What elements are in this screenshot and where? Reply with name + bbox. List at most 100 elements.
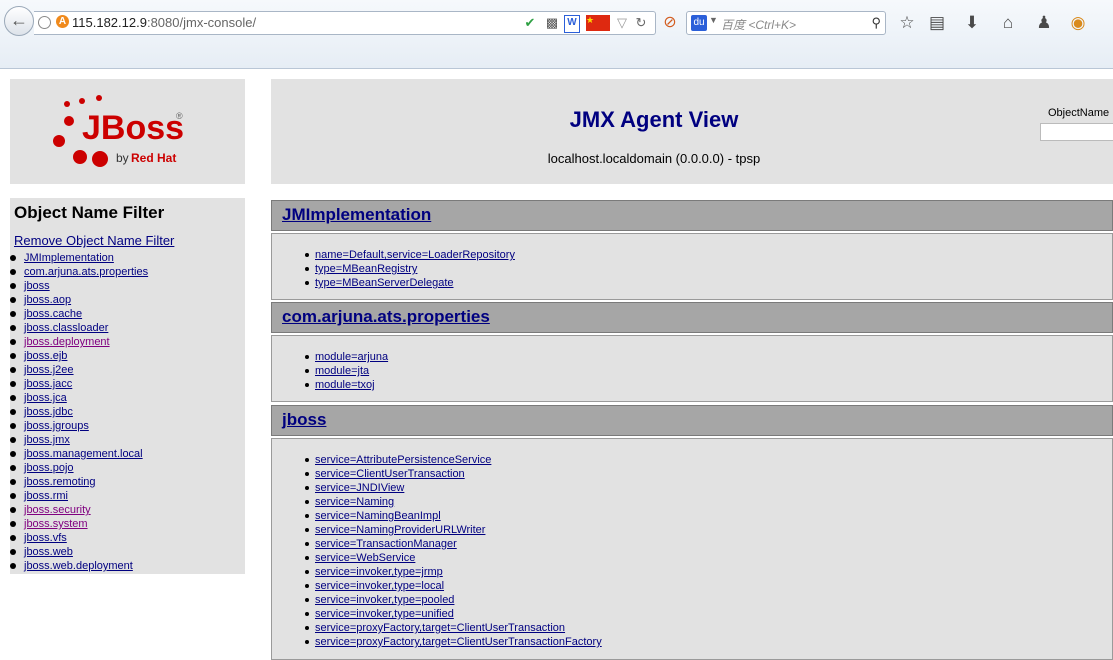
- filter-link[interactable]: jboss.jdbc: [24, 406, 73, 418]
- site-identity-icon[interactable]: A: [56, 15, 69, 28]
- home-icon[interactable]: ⌂: [998, 13, 1018, 33]
- filter-link[interactable]: jboss: [24, 280, 50, 292]
- search-engine-icon[interactable]: du: [691, 15, 707, 31]
- mbean-link[interactable]: module=arjuna: [315, 351, 388, 363]
- mbean-list: service=AttributePersistenceService servi…: [303, 453, 602, 649]
- logo-panel: JBoss ® by Red Hat: [10, 79, 245, 184]
- mbean-link[interactable]: service=invoker,type=unified: [315, 608, 454, 620]
- filter-item: jboss.remoting: [10, 475, 148, 489]
- mbean-item: service=ClientUserTransaction: [303, 467, 602, 481]
- mbean-link[interactable]: service=ClientUserTransaction: [315, 468, 465, 480]
- agent-view-panel: JMX Agent View localhost.localdomain (0.…: [271, 79, 1113, 184]
- word-icon[interactable]: W: [564, 15, 580, 33]
- mbean-link[interactable]: service=proxyFactory,target=ClientUserTr…: [315, 622, 565, 634]
- logo-registered: ®: [176, 111, 183, 121]
- mbean-item: module=jta: [303, 364, 388, 378]
- filter-link[interactable]: jboss.ejb: [24, 350, 67, 362]
- address-bar[interactable]: A 115.182.12.9:8080/jmx-console/ ✔ ▩ W ★…: [34, 11, 656, 35]
- mbean-link[interactable]: service=invoker,type=pooled: [315, 594, 454, 606]
- domain-mbean-list: service=AttributePersistenceService servi…: [271, 438, 1113, 660]
- mbean-item: module=txoj: [303, 378, 388, 392]
- domain-link[interactable]: com.arjuna.ats.properties: [282, 307, 490, 327]
- filter-link[interactable]: jboss.jca: [24, 392, 67, 404]
- bookmarks-list-icon[interactable]: ▤: [927, 13, 947, 33]
- mbean-link[interactable]: service=invoker,type=local: [315, 580, 444, 592]
- mbean-link[interactable]: type=MBeanRegistry: [315, 263, 417, 275]
- domain-header: jboss: [271, 405, 1113, 436]
- server-info: localhost.localdomain (0.0.0.0) - tpsp: [547, 151, 761, 166]
- object-name-filter-panel: Object Name Filter Remove Object Name Fi…: [10, 198, 245, 574]
- filter-link[interactable]: jboss.deployment: [24, 336, 110, 348]
- mbean-link[interactable]: module=jta: [315, 365, 369, 377]
- filter-link[interactable]: jboss.classloader: [24, 322, 108, 334]
- mbean-link[interactable]: type=MBeanServerDelegate: [315, 277, 454, 289]
- filter-link[interactable]: jboss.cache: [24, 308, 82, 320]
- mbean-link[interactable]: service=TransactionManager: [315, 538, 457, 550]
- mbean-link[interactable]: service=NamingBeanImpl: [315, 510, 441, 522]
- addon-icon[interactable]: ⊘: [660, 13, 680, 33]
- domain-mbean-list: name=Default,service=LoaderRepository typ…: [271, 233, 1113, 300]
- domain-link[interactable]: jboss: [282, 410, 326, 430]
- filter-link[interactable]: jboss.vfs: [24, 532, 67, 544]
- domain-link[interactable]: JMImplementation: [282, 205, 431, 225]
- search-icon[interactable]: ⚲: [871, 15, 881, 31]
- bookmark-star-icon[interactable]: ☆: [897, 13, 917, 33]
- mbean-link[interactable]: service=WebService: [315, 552, 415, 564]
- mbean-link[interactable]: service=invoker,type=jrmp: [315, 566, 443, 578]
- mbean-link[interactable]: service=proxyFactory,target=ClientUserTr…: [315, 636, 602, 648]
- qr-code-icon[interactable]: ▩: [544, 15, 560, 31]
- dropdown-arrow-icon[interactable]: ▽: [616, 15, 628, 31]
- mbean-link[interactable]: service=AttributePersistenceService: [315, 454, 491, 466]
- mbean-item: service=AttributePersistenceService: [303, 453, 602, 467]
- shield-icon[interactable]: ✔: [522, 15, 538, 31]
- filter-item: jboss.jca: [10, 391, 148, 405]
- filter-item: jboss.jmx: [10, 433, 148, 447]
- account-icon[interactable]: ♟: [1034, 13, 1054, 33]
- filter-item: com.arjuna.ats.properties: [10, 265, 148, 279]
- mbean-link[interactable]: service=NamingProviderURLWriter: [315, 524, 485, 536]
- remove-filter-link[interactable]: Remove Object Name Filter: [14, 233, 174, 248]
- filter-link[interactable]: jboss.j2ee: [24, 364, 74, 376]
- filter-link[interactable]: jboss.management.local: [24, 448, 143, 460]
- filter-item: jboss.deployment: [10, 335, 148, 349]
- globe-icon: [38, 16, 51, 29]
- url-path: :8080/jmx-console/: [146, 15, 257, 30]
- filter-link[interactable]: jboss.web.deployment: [24, 560, 133, 572]
- mbean-link[interactable]: service=Naming: [315, 496, 394, 508]
- filter-link[interactable]: jboss.jmx: [24, 434, 70, 446]
- filter-link[interactable]: jboss.jacc: [24, 378, 72, 390]
- filter-link[interactable]: jboss.jgroups: [24, 420, 89, 432]
- mbean-link[interactable]: module=txoj: [315, 379, 375, 391]
- filter-link[interactable]: jboss.web: [24, 546, 73, 558]
- reload-icon[interactable]: ↻: [634, 15, 648, 31]
- filter-link[interactable]: com.arjuna.ats.properties: [24, 266, 148, 278]
- page-title: JMX Agent View: [569, 107, 739, 132]
- filter-item: jboss.ejb: [10, 349, 148, 363]
- filter-item: jboss.jdbc: [10, 405, 148, 419]
- filter-link[interactable]: jboss.remoting: [24, 476, 96, 488]
- filter-link[interactable]: jboss.aop: [24, 294, 71, 306]
- url-text[interactable]: 115.182.12.9:8080/jmx-console/: [72, 15, 256, 30]
- extension-icon[interactable]: ◉: [1068, 13, 1088, 33]
- domain-header: JMImplementation: [271, 200, 1113, 231]
- back-button[interactable]: ←: [4, 6, 34, 36]
- filter-item: jboss.cache: [10, 307, 148, 321]
- mbean-item: module=arjuna: [303, 350, 388, 364]
- filter-item: jboss.aop: [10, 293, 148, 307]
- mbean-item: service=proxyFactory,target=ClientUserTr…: [303, 621, 602, 635]
- objectname-filter-input[interactable]: [1040, 123, 1113, 141]
- mbean-list: name=Default,service=LoaderRepository typ…: [303, 248, 515, 290]
- search-engine-dropdown-icon[interactable]: ▼: [709, 15, 718, 25]
- mbean-link[interactable]: service=JNDIView: [315, 482, 404, 494]
- downloads-icon[interactable]: ⬇: [962, 13, 982, 33]
- filter-link[interactable]: jboss.system: [24, 518, 88, 530]
- filter-list: JMImplementation com.arjuna.ats.propertie…: [10, 251, 148, 573]
- filter-link[interactable]: jboss.security: [24, 504, 91, 516]
- mbean-item: service=invoker,type=pooled: [303, 593, 602, 607]
- mbean-link[interactable]: name=Default,service=LoaderRepository: [315, 249, 515, 261]
- filter-item: jboss.jgroups: [10, 419, 148, 433]
- search-bar[interactable]: du ▼ 百度 <Ctrl+K> ⚲: [686, 11, 886, 35]
- filter-link[interactable]: jboss.rmi: [24, 490, 68, 502]
- filter-link[interactable]: jboss.pojo: [24, 462, 74, 474]
- filter-link[interactable]: JMImplementation: [24, 252, 114, 264]
